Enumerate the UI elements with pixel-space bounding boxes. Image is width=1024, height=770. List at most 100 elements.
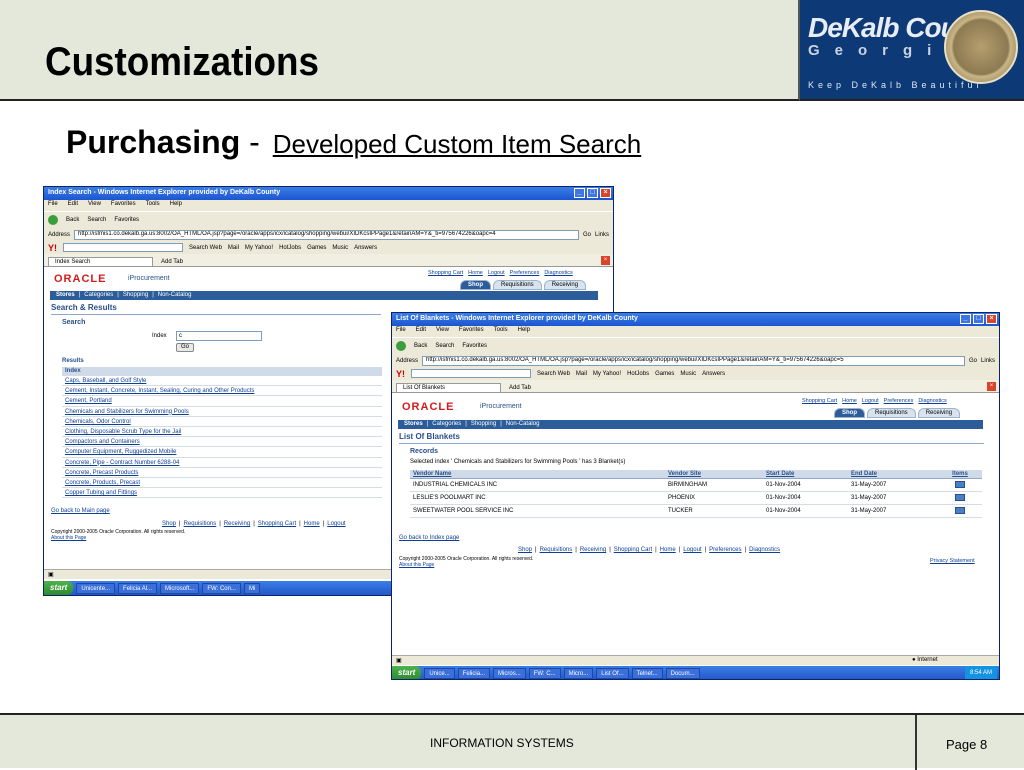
taskbar-item[interactable]: List Of...	[596, 667, 629, 679]
col-start-date[interactable]: Start Date	[763, 470, 848, 479]
links-label[interactable]: Links	[595, 232, 609, 238]
back-icon[interactable]	[396, 341, 406, 351]
list-item[interactable]: Cement, Portland	[62, 396, 382, 407]
home-link[interactable]: Home	[842, 398, 857, 404]
yahoo-games[interactable]: Games	[307, 245, 326, 251]
favorites-button[interactable]: Favorites	[462, 343, 487, 349]
search-button[interactable]: Search	[435, 343, 454, 349]
taskbar-item[interactable]: Microsoft...	[160, 582, 200, 594]
yahoo-mail[interactable]: Mail	[576, 371, 587, 377]
tab-index-search[interactable]: Index Search	[48, 257, 153, 266]
taskbar-item[interactable]: FW: Con...	[202, 582, 241, 594]
footer-home-link[interactable]: Home	[660, 547, 676, 553]
yahoo-logo-icon[interactable]: Y!	[396, 369, 405, 379]
diagnostics-link[interactable]: Diagnostics	[918, 398, 946, 404]
taskbar-item[interactable]: Felicia...	[457, 667, 491, 679]
back-button[interactable]: Back	[414, 343, 427, 349]
menu-favorites[interactable]: Favorites	[111, 201, 136, 210]
back-icon[interactable]	[48, 215, 58, 225]
menu-favorites[interactable]: Favorites	[459, 327, 484, 336]
go-button[interactable]: Go	[583, 232, 591, 238]
footer-requisitions-link[interactable]: Requisitions	[184, 521, 217, 527]
yahoo-my[interactable]: My Yahoo!	[593, 371, 621, 377]
yahoo-search-web[interactable]: Search Web	[537, 371, 570, 377]
yahoo-mail[interactable]: Mail	[228, 245, 239, 251]
minimize-icon[interactable]: _	[574, 188, 585, 198]
index-input[interactable]: c	[176, 331, 262, 341]
nav-non-catalog[interactable]: Non-Catalog	[506, 421, 540, 428]
minimize-icon[interactable]: _	[960, 314, 971, 324]
list-item[interactable]: Computer Equipment, Ruggedized Mobile	[62, 447, 382, 458]
menu-help[interactable]: Help	[170, 201, 182, 210]
list-item[interactable]: Chemicals, Odor Control	[62, 417, 382, 427]
list-item[interactable]: Cement, Instant, Concrete, Instant, Seal…	[62, 386, 382, 397]
privacy-statement-link[interactable]: Privacy Statement	[930, 558, 975, 564]
menu-file[interactable]: File	[48, 201, 58, 210]
items-icon[interactable]	[955, 480, 965, 488]
nav-stores[interactable]: Stores	[56, 292, 75, 299]
footer-shop-link[interactable]: Shop	[518, 547, 532, 553]
preferences-link[interactable]: Preferences	[884, 398, 914, 404]
footer-receiving-link[interactable]: Receiving	[580, 547, 606, 553]
menu-edit[interactable]: Edit	[416, 327, 426, 336]
menu-file[interactable]: File	[396, 327, 406, 336]
home-link[interactable]: Home	[468, 270, 483, 276]
tab-requisitions[interactable]: Requisitions	[493, 280, 542, 290]
nav-categories[interactable]: Categories	[432, 421, 461, 428]
add-tab-button[interactable]: Add Tab	[505, 384, 535, 392]
footer-shop-link[interactable]: Shop	[162, 521, 176, 527]
yahoo-search-input[interactable]	[63, 243, 183, 252]
list-item[interactable]: Compactors and Containers	[62, 437, 382, 448]
tab-shop[interactable]: Shop	[834, 408, 865, 418]
list-item[interactable]: Concrete, Precast Products	[62, 468, 382, 478]
yahoo-search-input[interactable]	[411, 369, 531, 378]
yahoo-hotjobs[interactable]: HotJobs	[279, 245, 301, 251]
window-titlebar[interactable]: Index Search - Windows Internet Explorer…	[44, 187, 613, 200]
menu-view[interactable]: View	[88, 201, 101, 210]
back-button[interactable]: Back	[66, 217, 79, 223]
start-button[interactable]: start	[392, 666, 422, 679]
footer-requisitions-link[interactable]: Requisitions	[540, 547, 573, 553]
col-vendor-site[interactable]: Vendor Site	[665, 470, 763, 479]
system-clock[interactable]: 8:54 AM	[964, 666, 997, 679]
back-to-main-link[interactable]: Go back to Main page	[51, 508, 110, 514]
footer-cart-link[interactable]: Shopping Cart	[614, 547, 652, 553]
add-tab-button[interactable]: Add Tab	[157, 258, 187, 266]
start-button[interactable]: start	[44, 581, 74, 595]
list-item[interactable]: Concrete, Products, Precast	[62, 478, 382, 489]
tab-requisitions[interactable]: Requisitions	[867, 408, 916, 418]
about-page-link[interactable]: About this Page	[51, 535, 185, 541]
links-label[interactable]: Links	[981, 358, 995, 364]
footer-home-link[interactable]: Home	[304, 521, 320, 527]
nav-categories[interactable]: Categories	[84, 292, 113, 299]
window-titlebar[interactable]: List Of Blankets - Windows Internet Expl…	[392, 313, 999, 326]
yahoo-music[interactable]: Music	[332, 245, 348, 251]
nav-stores[interactable]: Stores	[404, 421, 423, 428]
taskbar-item[interactable]: Micros...	[493, 667, 526, 679]
yahoo-logo-icon[interactable]: Y!	[48, 243, 57, 253]
footer-receiving-link[interactable]: Receiving	[224, 521, 250, 527]
yahoo-my[interactable]: My Yahoo!	[245, 245, 273, 251]
footer-logout-link[interactable]: Logout	[683, 547, 701, 553]
taskbar-item[interactable]: Felicia Al...	[118, 582, 158, 594]
menu-edit[interactable]: Edit	[68, 201, 78, 210]
list-item[interactable]: Clothing, Disposable Scrub Type for the …	[62, 427, 382, 438]
nav-non-catalog[interactable]: Non-Catalog	[158, 292, 192, 299]
nav-shopping[interactable]: Shopping	[471, 421, 496, 428]
maximize-icon[interactable]: □	[587, 188, 598, 198]
footer-logout-link[interactable]: Logout	[327, 521, 345, 527]
go-button[interactable]: Go	[969, 358, 977, 364]
close-icon[interactable]: ×	[600, 188, 611, 198]
address-input[interactable]: http://isfmis1.co.dekalb.ga.us:8002/OA_H…	[74, 229, 579, 240]
shopping-cart-link[interactable]: Shopping Cart	[802, 398, 837, 404]
menu-tools[interactable]: Tools	[494, 327, 508, 336]
yahoo-answers[interactable]: Answers	[354, 245, 377, 251]
yahoo-games[interactable]: Games	[655, 371, 674, 377]
footer-diagnostics-link[interactable]: Diagnostics	[749, 547, 780, 553]
list-item[interactable]: Chemicals and Stabilizers for Swimming P…	[62, 407, 382, 417]
close-icon[interactable]: ×	[986, 314, 997, 324]
list-item[interactable]: Concrete, Pipe - Contract Number 6288-04	[62, 458, 382, 468]
col-end-date[interactable]: End Date	[848, 470, 938, 479]
taskbar-item[interactable]: Telnet...	[631, 667, 663, 679]
close-tab-icon[interactable]: ×	[987, 382, 996, 391]
